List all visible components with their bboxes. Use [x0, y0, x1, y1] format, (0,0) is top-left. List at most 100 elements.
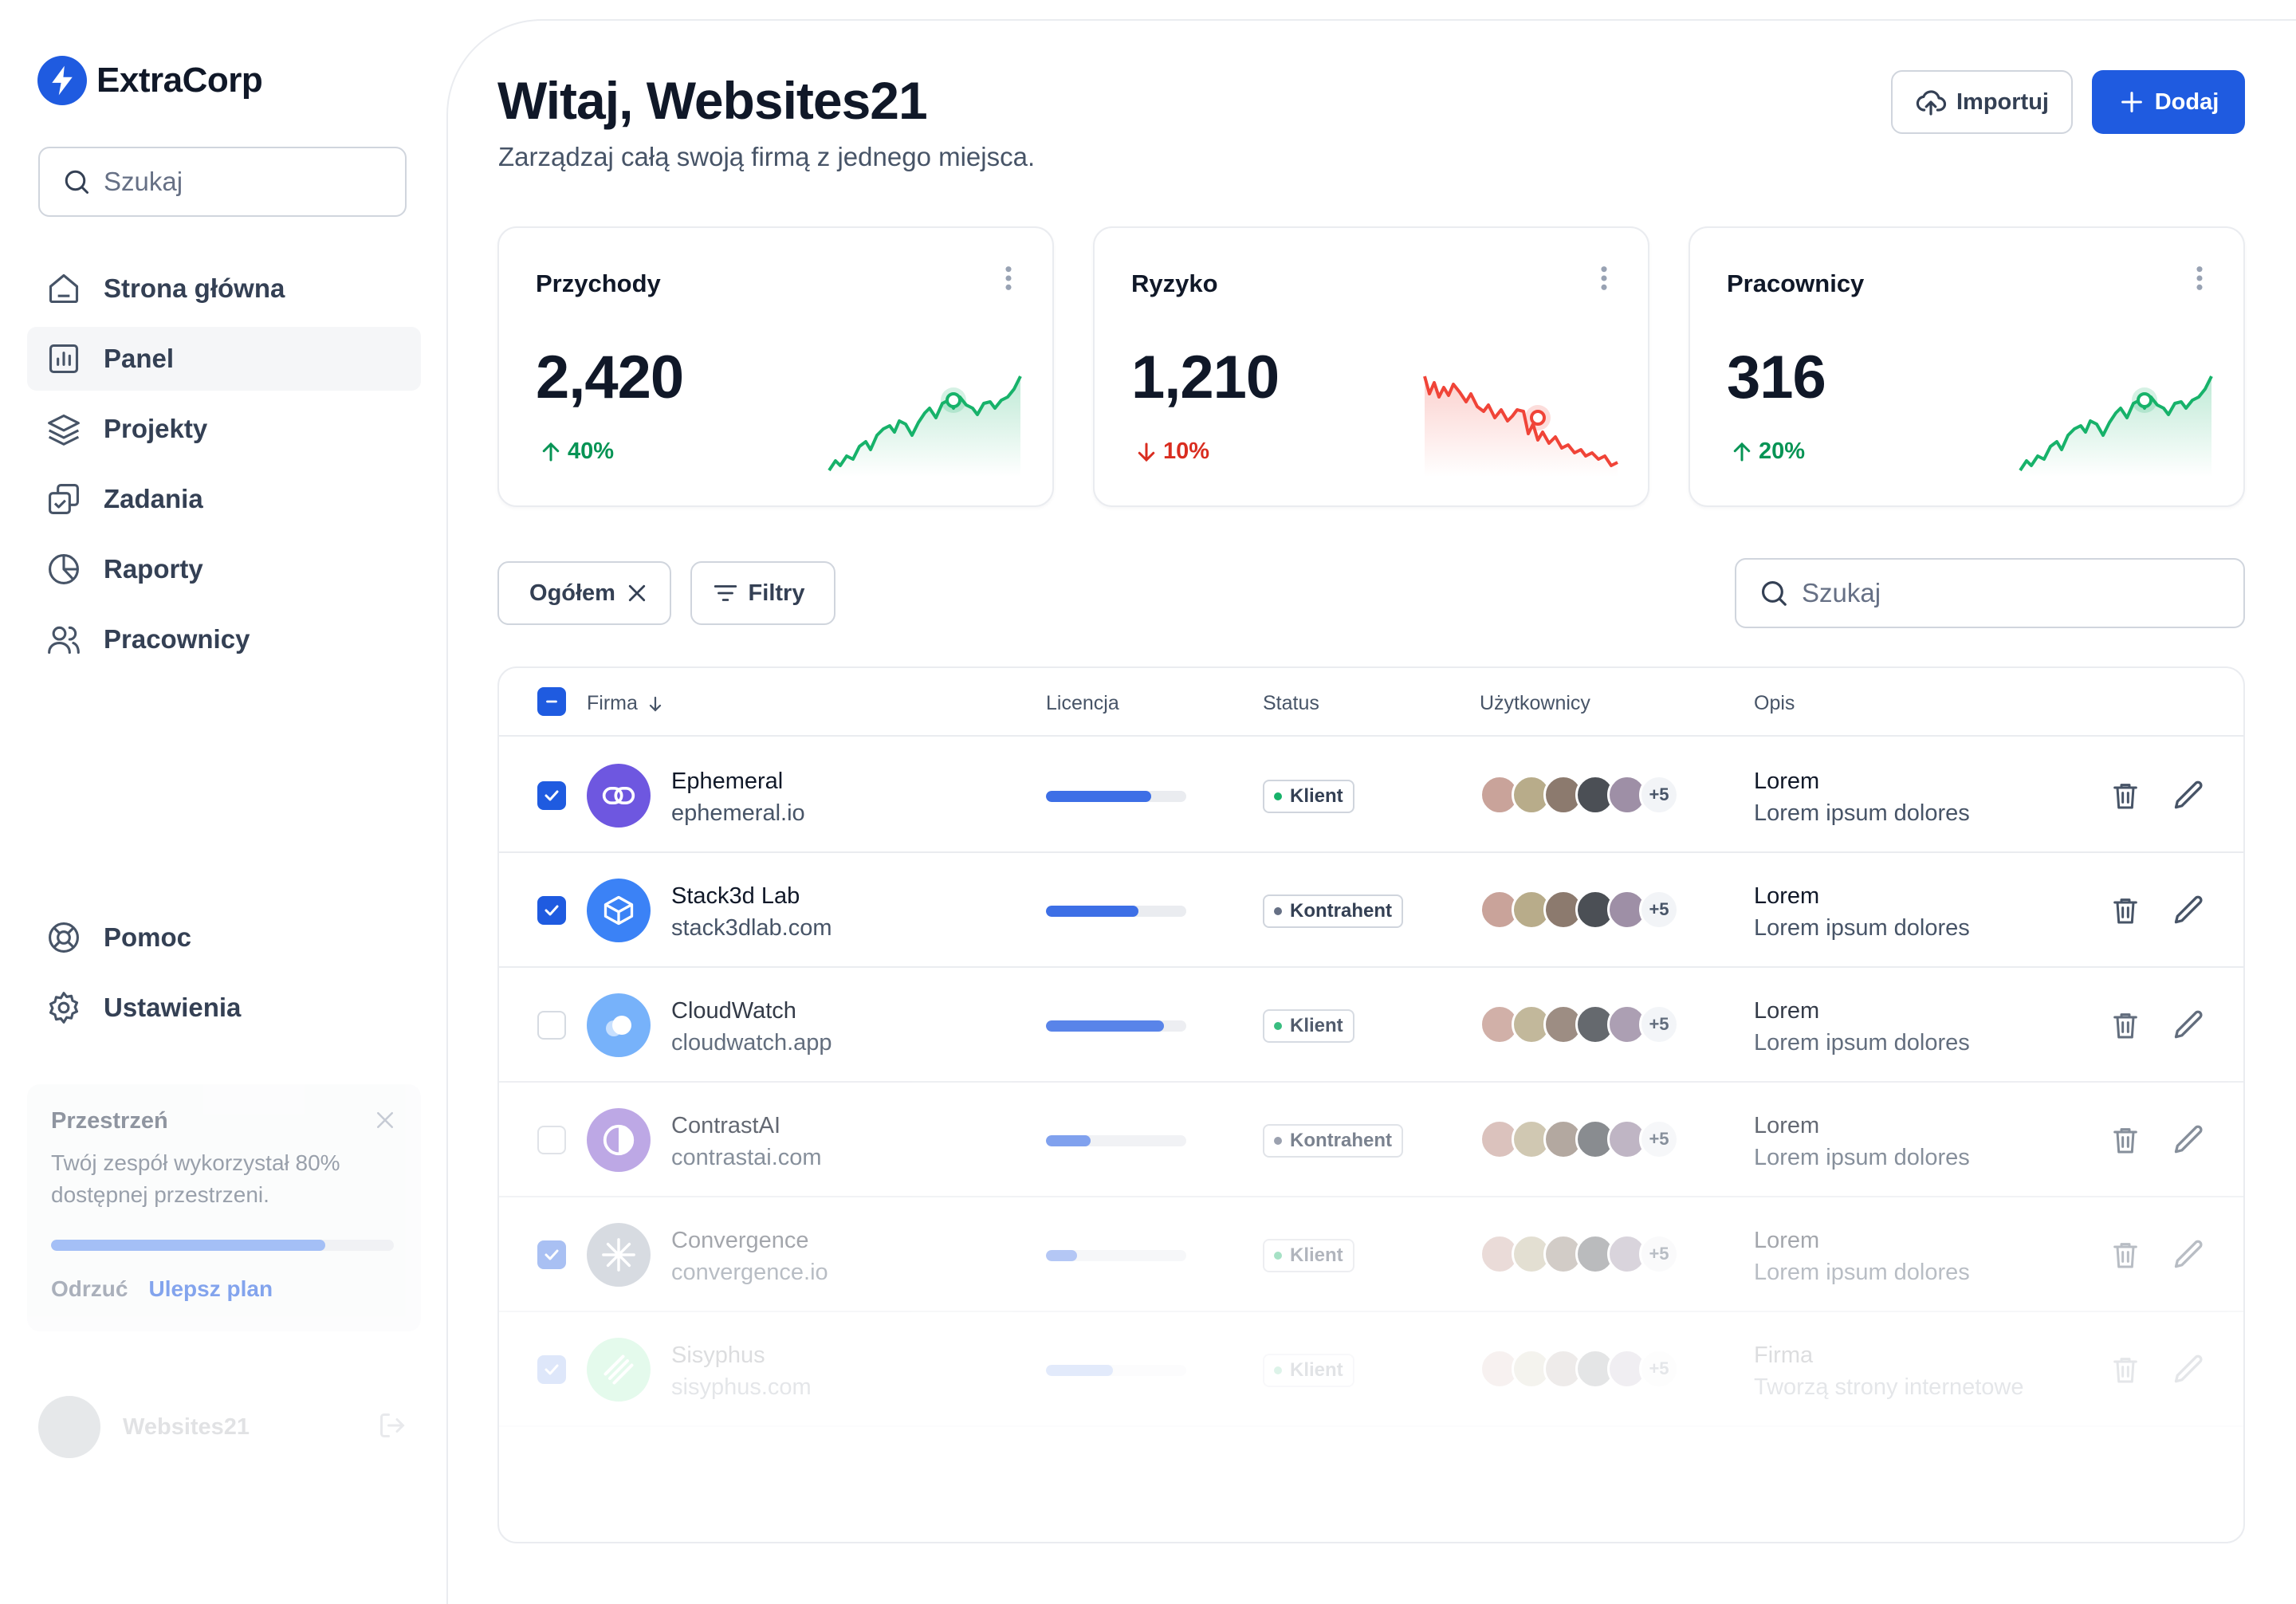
user-profile[interactable]: Websites21 [38, 1395, 407, 1459]
license-progress [1046, 1135, 1186, 1146]
description-title: Lorem [1754, 998, 1820, 1024]
row-checkbox[interactable] [537, 1126, 566, 1154]
edit-pencil-icon[interactable] [2172, 1352, 2207, 1391]
column-header-users: Użytkownicy [1480, 692, 1590, 714]
edit-pencil-icon[interactable] [2172, 1008, 2207, 1047]
avatar-group: +5 [1480, 1349, 1679, 1389]
more-vertical-icon[interactable] [1598, 265, 1610, 296]
edit-pencil-icon[interactable] [2172, 893, 2207, 932]
extra-users-count: +5 [1639, 890, 1679, 930]
trash-icon[interactable] [2109, 894, 2141, 930]
edit-pencil-icon[interactable] [2172, 1237, 2207, 1276]
add-button[interactable]: Dodaj [2092, 70, 2245, 134]
table-row[interactable]: CloudWatch cloudwatch.app Klient +5 Lore… [499, 968, 2243, 1083]
edit-pencil-icon[interactable] [2172, 778, 2207, 817]
storage-progress [51, 1240, 394, 1251]
sidebar-item-panel[interactable]: Panel [27, 327, 421, 391]
row-checkbox[interactable] [537, 1240, 566, 1269]
license-progress [1046, 1020, 1186, 1032]
trash-icon[interactable] [2109, 1009, 2141, 1045]
sidebar-search-input[interactable] [104, 167, 391, 197]
close-icon[interactable] [625, 581, 649, 605]
sidebar-item-employees[interactable]: Pracownicy [27, 607, 421, 671]
storage-card: Przestrzeń Twój zespół wykorzystał 80% d… [27, 1084, 421, 1331]
row-checkbox[interactable] [537, 1355, 566, 1384]
stat-value: 1,210 [1131, 344, 1280, 411]
sidebar-item-tasks[interactable]: Zadania [27, 467, 421, 531]
sidebar-bottom-nav: Pomoc Ustawienia [27, 906, 421, 1046]
extra-users-count: +5 [1639, 1004, 1679, 1044]
avatar-group: +5 [1480, 890, 1679, 930]
dismiss-button[interactable]: Odrzuć [51, 1276, 128, 1302]
sidebar-item-label: Zadania [104, 484, 203, 513]
status-badge: Kontrahent [1263, 1124, 1403, 1158]
stat-title: Pracownicy [1727, 269, 1865, 297]
row-checkbox[interactable] [537, 896, 566, 925]
trash-icon[interactable] [2109, 1124, 2141, 1160]
close-icon[interactable] [373, 1108, 397, 1136]
sidebar-item-help[interactable]: Pomoc [27, 906, 421, 969]
upload-cloud-icon [1916, 90, 1947, 116]
filter-chip-overall[interactable]: Ogółem [497, 561, 671, 625]
company-logo [587, 993, 651, 1057]
stat-value: 2,420 [536, 344, 684, 411]
life-buoy-icon [45, 918, 83, 957]
company-logo [587, 1223, 651, 1287]
stat-card-risk: Ryzyko 1,210 10% [1093, 226, 1649, 507]
stat-change: 40% [539, 438, 614, 465]
sidebar-search[interactable] [38, 147, 407, 217]
upgrade-plan-button[interactable]: Ulepsz plan [148, 1276, 273, 1302]
more-vertical-icon[interactable] [1003, 265, 1014, 296]
sidebar-item-label: Strona główna [104, 273, 285, 303]
trash-icon[interactable] [2109, 780, 2141, 816]
select-all-checkbox[interactable] [537, 687, 566, 716]
arrow-down-icon [649, 696, 661, 712]
description-text: Lorem ipsum dolores [1754, 800, 1970, 826]
sparkline-chart [828, 375, 1022, 477]
column-header-description: Opis [1754, 692, 1795, 714]
filter-chip-label: Ogółem [529, 580, 615, 606]
more-vertical-icon[interactable] [2194, 265, 2205, 296]
table-row[interactable]: Sisyphus sisyphus.com Klient +5 Firma Tw… [499, 1312, 2243, 1427]
extra-users-count: +5 [1639, 775, 1679, 815]
row-checkbox[interactable] [537, 781, 566, 810]
company-name: Ephemeral [671, 769, 784, 794]
check-square-icon [45, 480, 83, 518]
page-subtitle: Zarządzaj całą swoją firmą z jednego mie… [498, 142, 1036, 171]
sidebar-item-reports[interactable]: Raporty [27, 537, 421, 601]
user-name: Websites21 [123, 1413, 250, 1440]
table-row[interactable]: Stack3d Lab stack3dlab.com Kontrahent +5… [499, 853, 2243, 968]
table-search[interactable] [1735, 558, 2245, 628]
import-button[interactable]: Importuj [1891, 70, 2073, 134]
filters-button[interactable]: Filtry [690, 561, 835, 625]
company-domain: convergence.io [671, 1260, 828, 1285]
company-logo [587, 879, 651, 942]
edit-pencil-icon[interactable] [2172, 1122, 2207, 1162]
logout-icon[interactable] [378, 1411, 407, 1444]
trash-icon[interactable] [2109, 1239, 2141, 1275]
table-row[interactable]: ContrastAI contrastai.com Kontrahent +5 … [499, 1083, 2243, 1197]
filter-lines-icon [714, 585, 737, 601]
sidebar-item-projects[interactable]: Projekty [27, 397, 421, 461]
row-checkbox[interactable] [537, 1011, 566, 1040]
table-row[interactable]: Ephemeral ephemeral.io Klient +5 Lorem L… [499, 738, 2243, 853]
sidebar-item-settings[interactable]: Ustawienia [27, 976, 421, 1040]
company-logo [587, 764, 651, 828]
plus-icon [2121, 92, 2142, 112]
trash-icon[interactable] [2109, 1354, 2141, 1390]
search-icon [65, 170, 88, 194]
table-search-input[interactable] [1802, 578, 2089, 608]
arrow-up-icon [1733, 442, 1751, 461]
stat-card-employees: Pracownicy 316 20% [1689, 226, 2245, 507]
sparkline-chart [2019, 375, 2213, 477]
description-text: Tworzą strony internetowe [1754, 1374, 2024, 1400]
avatar-group: +5 [1480, 775, 1679, 815]
extra-users-count: +5 [1639, 1119, 1679, 1159]
column-header-company[interactable]: Firma [587, 692, 665, 715]
table-row[interactable]: Convergence convergence.io Klient +5 Lor… [499, 1197, 2243, 1312]
sidebar-item-home[interactable]: Strona główna [27, 257, 421, 320]
status-badge: Klient [1263, 1009, 1354, 1043]
brand-logo[interactable]: ExtraCorp [37, 56, 263, 105]
column-header-status: Status [1263, 692, 1319, 714]
company-name: Convergence [671, 1228, 809, 1253]
